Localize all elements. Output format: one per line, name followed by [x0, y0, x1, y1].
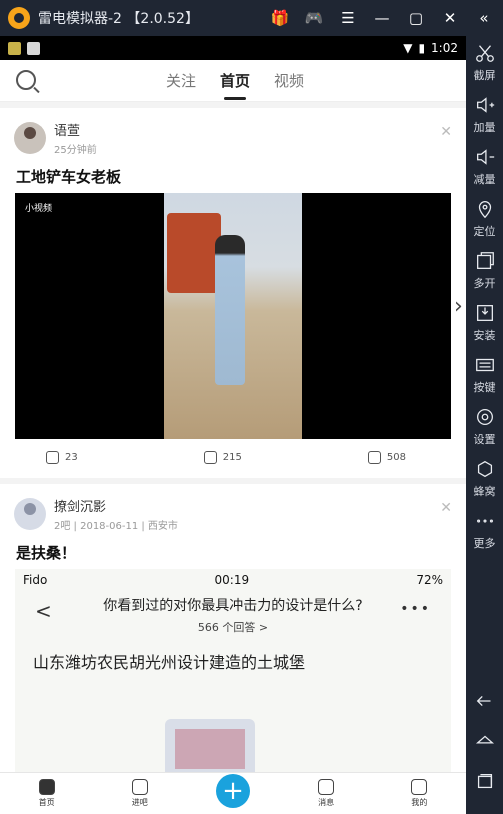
apk-install-icon [476, 304, 493, 321]
sidebar-multi-open[interactable]: 多开 [466, 244, 503, 296]
post-card[interactable]: 撩剑沉影 2吧 | 2018-06-11 | 西安市 ✕ 是扶桑！ Fido 0… [0, 484, 466, 772]
keyboard-icon [475, 358, 494, 371]
sculpture-image [165, 719, 255, 772]
comment-button[interactable]: 215 [203, 451, 242, 464]
collapse-icon[interactable]: « [469, 3, 499, 33]
bell-icon [318, 779, 335, 795]
sidebar-volume-up[interactable]: 加量 [466, 88, 503, 140]
volume-up-icon [476, 96, 494, 113]
search-icon[interactable] [16, 70, 36, 90]
post-username[interactable]: 撩剑沉影 [54, 496, 178, 515]
wifi-icon: ▼ [403, 41, 413, 55]
android-recent-button[interactable] [466, 762, 503, 802]
sidebar-settings[interactable]: 设置 [466, 400, 503, 452]
post-username[interactable]: 语萱 [54, 120, 97, 139]
nav-home[interactable]: 首页 [17, 779, 77, 808]
android-home-button[interactable] [466, 722, 503, 762]
tab-home[interactable]: 首页 [220, 70, 250, 100]
maximize-icon[interactable]: ▢ [401, 3, 431, 33]
more-icon [476, 518, 493, 523]
nav-post[interactable]: + [203, 773, 263, 808]
video-tag: 小视频 [25, 204, 53, 214]
post-video[interactable]: 小视频 [15, 193, 451, 439]
post-actions: 23 215 508 [0, 439, 466, 478]
nav-profile[interactable]: 我的 [389, 779, 449, 808]
volume-down-icon [476, 148, 494, 165]
screenshot-headline: 山东潍坊农民胡光州设计建造的土城堡 [33, 653, 306, 672]
comment-icon [203, 451, 217, 464]
sidebar-keymap[interactable]: 按键 [466, 348, 503, 400]
dismiss-icon[interactable]: ✕ [440, 124, 452, 140]
nav-messages[interactable]: 消息 [296, 779, 356, 808]
excavator-image [167, 213, 221, 293]
sidebar-volume-down[interactable]: 减量 [466, 140, 503, 192]
android-back-button[interactable] [466, 682, 503, 722]
user-icon [411, 779, 428, 795]
home-shape-icon [475, 735, 494, 743]
app-notification-icon [8, 41, 21, 55]
screenshot-status: Fido 00:19 72% [23, 573, 443, 587]
location-icon [478, 200, 491, 218]
sidebar-more[interactable]: 更多 [466, 504, 503, 556]
back-arrow-icon: < [35, 599, 52, 623]
post-image[interactable]: Fido 00:19 72% < ••• 你看到过的对你最具冲击力的设计是什么?… [15, 569, 451, 772]
share-button[interactable]: 23 [46, 451, 78, 464]
android-status-bar: ▼ ▮ 1:02 [0, 36, 466, 60]
home-icon [38, 779, 55, 795]
enter-icon [131, 779, 148, 795]
minimize-icon[interactable]: — [367, 3, 397, 33]
sidebar-hive[interactable]: 蜂窝 [466, 452, 503, 504]
sidebar-location[interactable]: 定位 [466, 192, 503, 244]
dismiss-icon[interactable]: ✕ [440, 500, 452, 516]
hive-icon [477, 460, 492, 477]
post-meta: 25分钟前 [54, 145, 97, 156]
multi-window-icon [476, 251, 494, 269]
recent-apps-icon [477, 773, 492, 788]
notification-icon [27, 41, 40, 55]
emulator-titlebar: 雷电模拟器-2 【2.0.52】 🎁 🎮 ☰ — ▢ ✕ « [0, 0, 503, 36]
post-title[interactable]: 工地铲车女老板 [0, 162, 466, 193]
emulator-title: 雷电模拟器-2 【2.0.52】 [38, 11, 199, 27]
share-icon [46, 451, 59, 464]
status-time: 1:02 [431, 41, 458, 55]
feed[interactable]: 语萱 25分钟前 ✕ 工地铲车女老板 小视频 23 215 508 撩剑沉影 2… [0, 102, 466, 772]
plus-icon: + [215, 773, 250, 808]
post-meta: 2吧 | 2018-06-11 | 西安市 [54, 521, 178, 532]
back-icon [476, 695, 490, 706]
gift-icon[interactable]: 🎁 [265, 3, 295, 33]
avatar[interactable] [14, 498, 46, 530]
avatar[interactable] [14, 122, 46, 154]
scissors-icon [475, 44, 494, 62]
bottom-navigation: 首页 进吧 + 消息 我的 [0, 772, 466, 814]
sidebar-install[interactable]: 安装 [466, 296, 503, 348]
emulator-sidebar: 截屏 加量 减量 定位 多开 安装 按键 设置 蜂窝 更多 [466, 36, 503, 814]
gamepad-icon[interactable]: 🎮 [299, 3, 329, 33]
post-card[interactable]: 语萱 25分钟前 ✕ 工地铲车女老板 小视频 23 215 508 [0, 108, 466, 478]
menu-icon[interactable]: ☰ [333, 3, 363, 33]
like-button[interactable]: 508 [367, 451, 406, 464]
nav-enter-bar[interactable]: 进吧 [110, 779, 170, 808]
more-dots-icon: ••• [400, 601, 431, 617]
emulator-logo-icon [8, 7, 30, 29]
like-icon [367, 451, 381, 464]
tab-video[interactable]: 视频 [274, 70, 304, 91]
screenshot-answers: 566 个回答 > [197, 621, 269, 634]
tab-follow[interactable]: 关注 [166, 70, 196, 91]
android-screen: ▼ ▮ 1:02 关注 首页 视频 语萱 25分钟前 ✕ 工地铲车女老板 小视频 [0, 36, 466, 814]
screenshot-question: 你看到过的对你最具冲击力的设计是什么? [103, 598, 363, 614]
battery-icon: ▮ [418, 41, 426, 55]
close-icon[interactable]: ✕ [435, 3, 465, 33]
top-navigation: 关注 首页 视频 [0, 60, 466, 102]
scroll-arrow-icon[interactable]: › [454, 294, 466, 324]
woman-image [215, 235, 245, 385]
gear-icon [476, 408, 493, 425]
sidebar-screenshot[interactable]: 截屏 [466, 36, 503, 88]
post-title[interactable]: 是扶桑！ [0, 538, 466, 569]
